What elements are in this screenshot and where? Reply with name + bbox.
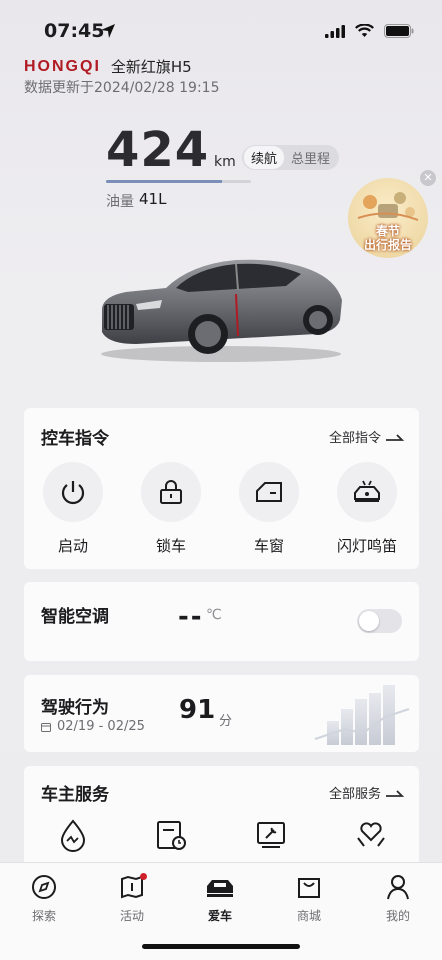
promo-text: 春节 出行报告: [363, 224, 412, 252]
control-lock[interactable]: 锁车: [131, 462, 211, 556]
signal-icon: [325, 24, 345, 38]
data-update-time: 数据更新于2024/02/28 19:15: [24, 80, 220, 96]
brand-logo: HONGQI: [24, 57, 101, 75]
all-commands-label: 全部指令: [328, 431, 381, 446]
repair-monitor-icon[interactable]: [254, 818, 288, 852]
vehicle-control-title: 控车指令: [41, 429, 109, 449]
tab-my-car-label: 爱车: [207, 909, 232, 923]
calendar-icon: [41, 722, 51, 732]
climate-temperature: --: [178, 602, 204, 632]
arrow-right-icon: [386, 789, 405, 797]
tab-my-car[interactable]: 爱车: [190, 873, 250, 924]
tab-activity-label: 活动: [119, 909, 144, 923]
person-icon: [387, 875, 409, 900]
car-model-name: 全新红旗H5: [110, 58, 192, 76]
range-mode-toggle[interactable]: 续航 总里程: [242, 145, 340, 170]
tab-profile-label: 我的: [385, 909, 410, 923]
climate-title: 智能空调: [41, 607, 109, 627]
calendar-clock-icon[interactable]: [154, 818, 188, 852]
tab-shop[interactable]: 商城: [279, 873, 339, 924]
control-lock-label: 锁车: [155, 537, 186, 555]
control-window[interactable]: 车窗: [229, 462, 309, 556]
compass-icon: [32, 875, 56, 899]
status-time: 07:45: [44, 20, 105, 42]
spring-festival-report-banner[interactable]: 春节 出行报告: [348, 178, 428, 258]
driving-date-text: 02/19 - 02/25: [57, 719, 145, 734]
promo-close-icon[interactable]: ✕: [420, 170, 436, 186]
notification-badge: [140, 873, 147, 880]
driving-chart-illustration: [314, 685, 410, 745]
shop-bag-icon: [298, 878, 320, 898]
range-toggle-total-mileage[interactable]: 总里程: [284, 146, 337, 169]
home-indicator[interactable]: [142, 944, 300, 949]
status-icons: [325, 24, 414, 38]
tab-explore-label: 探索: [31, 909, 56, 923]
all-services-label: 全部服务: [328, 787, 381, 802]
lock-icon: [141, 462, 201, 522]
tab-profile[interactable]: 我的: [368, 873, 428, 924]
heart-hands-icon[interactable]: [354, 818, 388, 852]
car-image[interactable]: [96, 248, 346, 366]
owner-services-title: 车主服务: [41, 785, 109, 805]
arrow-right-icon: [386, 433, 405, 441]
driving-date-range: 02/19 - 02/25: [41, 719, 145, 734]
control-flash-horn-label: 闪灯鸣笛: [336, 537, 397, 555]
driving-behavior-card[interactable]: 驾驶行为 02/19 - 02/25 91 分: [24, 675, 419, 752]
car-icon: [207, 880, 233, 897]
range-value: 424: [106, 122, 210, 178]
control-window-label: 车窗: [253, 537, 284, 555]
fuel-label: 油量: [106, 194, 134, 210]
range-unit: km: [214, 154, 236, 170]
control-flash-horn[interactable]: 闪灯鸣笛: [327, 462, 407, 556]
driving-behavior-title: 驾驶行为: [41, 698, 109, 718]
vehicle-control-card: 控车指令 全部指令 启动 锁车 车窗 闪灯鸣笛: [24, 408, 419, 569]
climate-card[interactable]: 智能空调 -- ℃: [24, 582, 419, 661]
driving-score: 91: [179, 695, 216, 725]
wifi-icon: [355, 24, 374, 37]
driving-score-unit: 分: [219, 714, 233, 729]
fuel-progress-fill: [106, 180, 222, 183]
location-arrow-icon: [100, 23, 116, 43]
control-start-label: 启动: [57, 537, 88, 555]
battery-icon: [384, 24, 414, 38]
owner-services-card: 车主服务 全部服务: [24, 766, 419, 876]
climate-temperature-unit: ℃: [206, 607, 222, 623]
window-icon: [239, 462, 299, 522]
all-services-link[interactable]: 全部服务: [329, 783, 405, 802]
range-toggle-endurance[interactable]: 续航: [244, 146, 285, 169]
brand-row[interactable]: HONGQI 全新红旗H5: [24, 56, 192, 77]
power-icon: [43, 462, 103, 522]
control-start[interactable]: 启动: [33, 462, 113, 556]
fuel-progress-bar: [106, 180, 251, 183]
climate-toggle[interactable]: [357, 609, 402, 633]
fuel-value: 41L: [139, 190, 167, 208]
tab-explore[interactable]: 探索: [14, 873, 74, 924]
tab-activity[interactable]: 活动: [102, 873, 162, 924]
water-drop-icon[interactable]: [56, 818, 90, 852]
all-commands-link[interactable]: 全部指令: [329, 427, 405, 446]
car-horn-icon: [337, 462, 397, 522]
climate-toggle-knob: [359, 611, 379, 631]
tab-shop-label: 商城: [296, 909, 321, 923]
